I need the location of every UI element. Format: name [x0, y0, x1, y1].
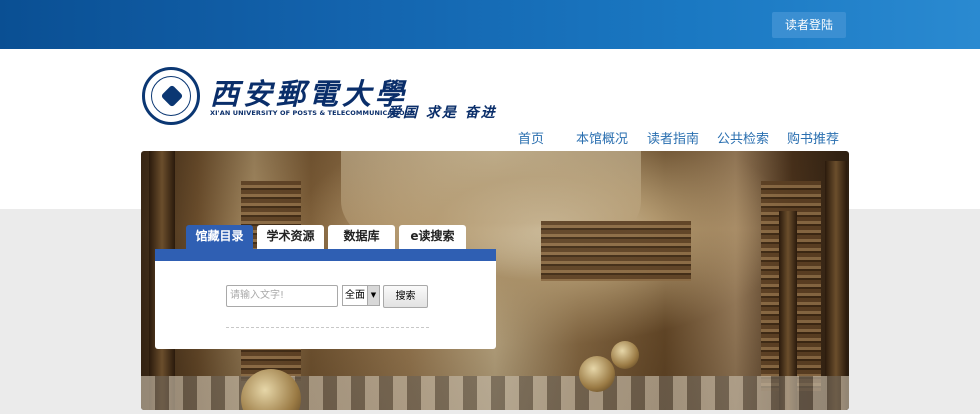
search-panel-bar — [155, 249, 496, 261]
tab-academic-resources[interactable]: 学术资源 — [257, 225, 324, 249]
banner-column — [825, 161, 847, 410]
search-scope-value: 全面 — [345, 290, 365, 301]
university-name: 西安郵電大學 — [210, 77, 409, 111]
search-scope-select[interactable]: 全面 ▼ — [342, 285, 380, 306]
top-bar: 读者登陆 — [0, 0, 980, 49]
nav-item-home[interactable]: 首页 — [518, 128, 544, 147]
search-button[interactable]: 搜索 — [383, 285, 428, 308]
university-motto: 爱国 求是 奋进 — [387, 105, 497, 121]
nav-item-about[interactable]: 本馆概况 — [576, 128, 628, 147]
reader-login-button[interactable]: 读者登陆 — [772, 12, 846, 38]
banner-globe — [579, 356, 615, 392]
university-seal-icon[interactable] — [142, 67, 200, 125]
dropdown-arrow-icon[interactable]: ▼ — [367, 286, 379, 305]
nav-item-book-recommend[interactable]: 购书推荐 — [787, 128, 839, 147]
seal-emblem — [160, 84, 184, 108]
seal-ring — [151, 76, 191, 116]
banner-bookshelf — [541, 221, 691, 281]
nav-item-reader-guide[interactable]: 读者指南 — [647, 128, 699, 147]
divider — [226, 327, 429, 328]
banner-globe — [611, 341, 639, 369]
tab-database[interactable]: 数据库 — [328, 225, 395, 249]
university-english-name: XI'AN UNIVERSITY OF POSTS & TELECOMMUNIC… — [210, 109, 415, 117]
nav-item-public-search[interactable]: 公共检索 — [717, 128, 769, 147]
tab-e-read-search[interactable]: e读搜索 — [399, 225, 466, 249]
search-input[interactable]: 请输入文字! — [226, 285, 338, 307]
tab-catalog[interactable]: 馆藏目录 — [186, 225, 253, 249]
